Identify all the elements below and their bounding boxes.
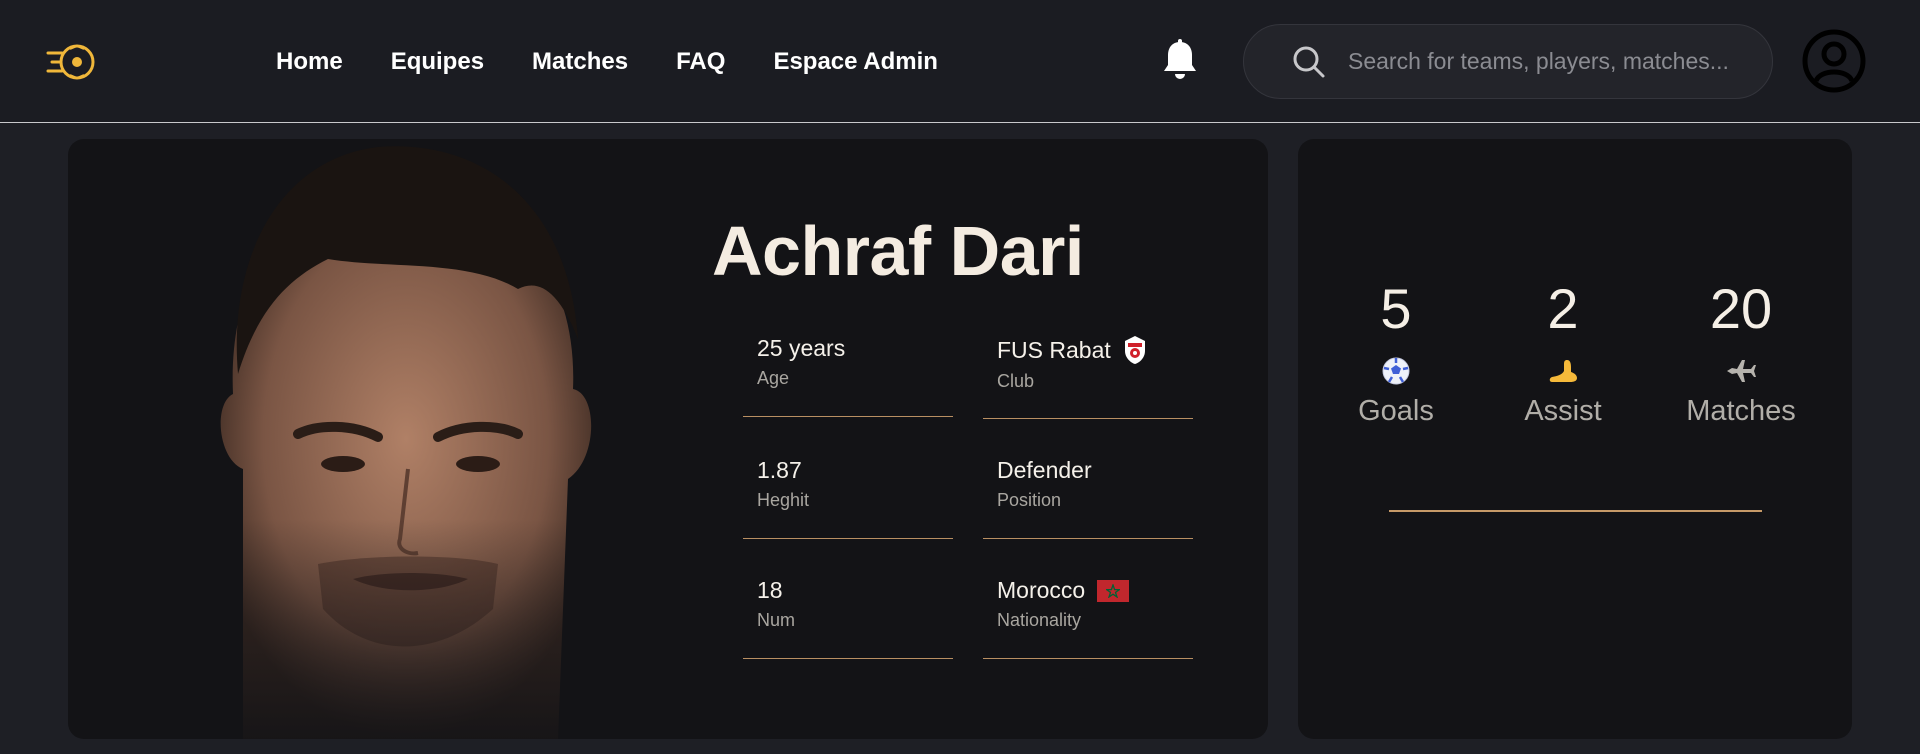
info-position: Defender Position <box>983 457 1193 539</box>
age-label: Age <box>757 368 790 388</box>
player-profile-card: Achraf Dari 25 years Age FUS Rabat Club … <box>68 139 1268 739</box>
foot-icon <box>1549 360 1577 382</box>
matches-label: Matches <box>1686 395 1796 427</box>
height-value: 1.87 <box>757 457 802 483</box>
goals-value: 5 <box>1380 277 1412 340</box>
player-photo <box>138 146 698 739</box>
player-name: Achraf Dari <box>712 212 1084 290</box>
club-value: FUS Rabat <box>997 336 1111 363</box>
airplane-icon <box>1727 360 1756 382</box>
nav-home[interactable]: Home <box>276 48 343 76</box>
bell-icon[interactable] <box>1160 38 1200 82</box>
nationality-label: Nationality <box>997 610 1082 630</box>
search-icon[interactable] <box>1292 45 1326 79</box>
info-age: 25 years Age <box>743 335 953 417</box>
club-label: Club <box>997 371 1035 391</box>
stat-assist: 2 Assist <box>1488 281 1638 428</box>
assist-label: Assist <box>1524 395 1602 427</box>
logo-icon[interactable] <box>46 39 98 85</box>
matches-value: 20 <box>1709 277 1773 340</box>
info-number: 18 Num <box>743 577 953 659</box>
info-height: 1.87 Heghit <box>743 457 953 539</box>
search-bar <box>1243 24 1773 99</box>
search-input[interactable] <box>1348 48 1758 75</box>
info-nationality: Morocco Nationality <box>983 577 1193 659</box>
soccer-ball-icon <box>1382 357 1410 385</box>
number-value: 18 <box>757 577 783 603</box>
stats-divider <box>1389 510 1762 512</box>
goals-label: Goals <box>1358 395 1434 427</box>
number-label: Num <box>757 610 796 630</box>
age-value: 25 years <box>757 335 846 361</box>
club-badge-icon <box>1124 336 1145 364</box>
stat-goals: 5 Goals <box>1321 281 1471 428</box>
nav-equipes[interactable]: Equipes <box>391 48 484 76</box>
nav-espace-admin[interactable]: Espace Admin <box>773 48 938 76</box>
assist-value: 2 <box>1547 277 1579 340</box>
nav-faq[interactable]: FAQ <box>676 48 725 76</box>
height-label: Heghit <box>757 490 810 510</box>
position-label: Position <box>997 490 1062 510</box>
player-stats-card: 5 Goals 2 Assist 20 Matches <box>1298 139 1852 739</box>
user-circle-icon[interactable] <box>1802 29 1866 93</box>
nav-matches[interactable]: Matches <box>532 48 628 76</box>
morocco-flag-icon <box>1097 579 1130 602</box>
main-nav: Home Equipes Matches FAQ Espace Admin <box>276 0 938 123</box>
nationality-value: Morocco <box>997 577 1086 603</box>
stat-matches: 20 Matches <box>1666 281 1816 428</box>
position-value: Defender <box>997 457 1092 483</box>
info-club: FUS Rabat Club <box>983 335 1193 419</box>
top-navbar: Home Equipes Matches FAQ Espace Admin <box>0 0 1920 123</box>
